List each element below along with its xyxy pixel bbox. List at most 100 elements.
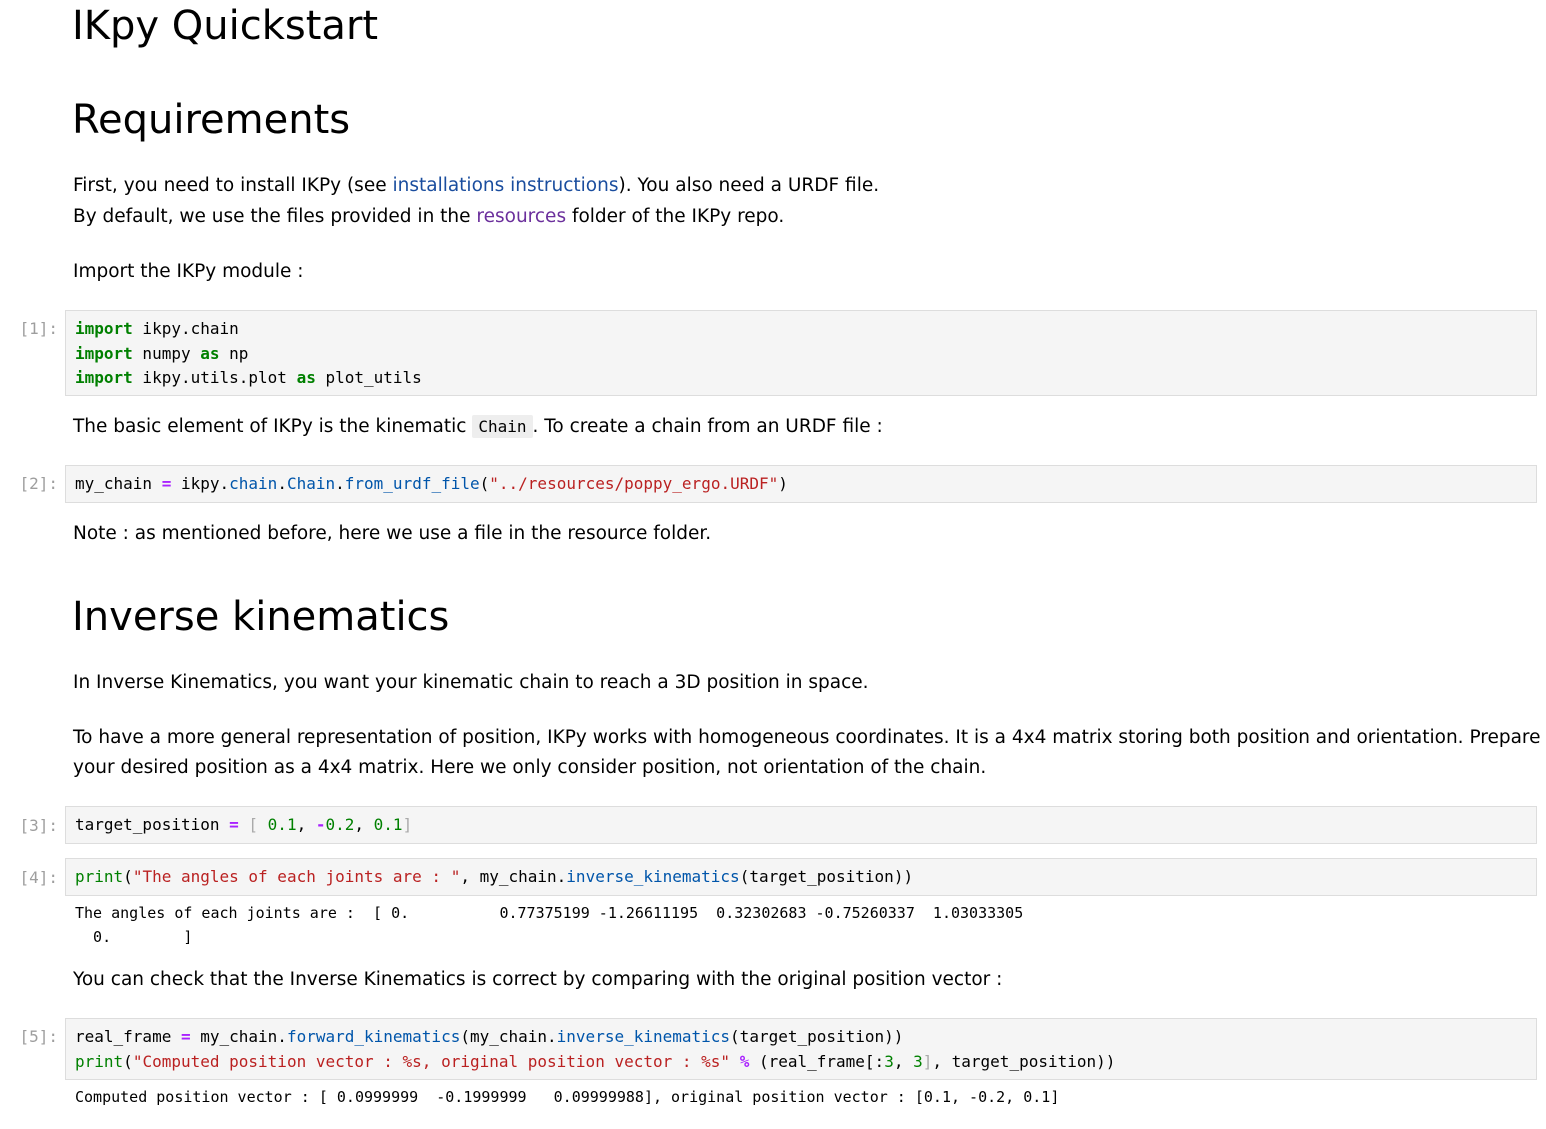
code-token: "../resources/poppy_ergo.URDF" <box>489 474 779 493</box>
code-token: import <box>75 319 133 338</box>
code-token: inverse_kinematics <box>566 867 740 886</box>
code-token: ( <box>123 1051 133 1071</box>
code-token: , my_chain. <box>460 867 567 886</box>
inverse-kinematics-heading: Inverse kinematics <box>72 594 450 640</box>
cell-4-prompt: [4]: <box>19 868 58 887</box>
code-token: 0.1 <box>373 815 403 834</box>
code-token: [ <box>238 815 268 834</box>
code-token: print <box>75 867 124 886</box>
code-token: (real_frame[: <box>749 1051 885 1071</box>
code-token: = <box>161 474 172 493</box>
text-segment: The basic element of IKPy is the kinemat… <box>73 416 473 437</box>
code-token: "Computed position vector : %s, original… <box>132 1051 731 1071</box>
check-text: You can check that the Inverse Kinematic… <box>73 969 1003 990</box>
inverse-para-1: In Inverse Kinematics, you want your kin… <box>73 672 869 693</box>
code-token: "The angles of each joints are : " <box>132 867 461 886</box>
code-cell-1-source[interactable]: import ikpy.chain import numpy as np impor… <box>66 311 1536 391</box>
code-token: = <box>180 1027 191 1046</box>
code-line: import ikpy.chain <box>75 317 1536 342</box>
text-segment: folder of the IKPy repo. <box>566 206 785 227</box>
code-line: import numpy as np <box>75 342 1536 367</box>
installation-instructions-link[interactable]: installations instructions <box>392 175 618 196</box>
text-segment: ). You also need a URDF file. <box>618 175 880 196</box>
code-token: (target_position)) <box>730 1027 904 1046</box>
code-token: forward_kinematics <box>286 1027 461 1046</box>
code-token: as <box>200 343 220 363</box>
code-token: plot_utils <box>315 368 422 387</box>
code-cell-5-source[interactable]: real_frame = my_chain.forward_kinematics… <box>66 1019 1536 1074</box>
code-token: , <box>893 1051 914 1071</box>
code-cell-5[interactable]: real_frame = my_chain.forward_kinematics… <box>65 1018 1537 1080</box>
cell-2-prompt: [2]: <box>19 474 58 493</box>
requirements-line-1: First, you need to install IKPy (see ins… <box>73 170 879 201</box>
cell-4-output: The angles of each joints are : [ 0. 0.7… <box>75 904 1024 946</box>
code-cell-3-source[interactable]: target_position = [ 0.1, -0.2, 0.1] <box>66 807 1536 838</box>
code-token: ( <box>123 867 133 886</box>
text-segment: . To create a chain from an URDF file : <box>532 416 883 437</box>
code-token: my_chain. <box>190 1027 287 1046</box>
code-token: 0.1 <box>267 815 297 834</box>
cell-5-output: Computed position vector : [ 0.0999999 -… <box>75 1088 1060 1106</box>
code-cell-1[interactable]: import ikpy.chain import numpy as np impor… <box>65 310 1537 396</box>
code-token: import <box>75 343 133 363</box>
page-title: IKpy Quickstart <box>72 3 379 49</box>
code-line: import ikpy.utils.plot as plot_utils <box>75 366 1536 391</box>
code-token: . <box>277 474 287 493</box>
code-token: ] <box>922 1051 933 1071</box>
code-token: ikpy. <box>171 474 230 493</box>
code-token: inverse_kinematics <box>556 1027 731 1046</box>
code-token: 3 <box>884 1051 894 1071</box>
chain-inline-code: Chain <box>472 415 533 438</box>
code-token: real_frame <box>75 1027 181 1046</box>
code-token: print <box>75 1051 124 1071</box>
code-token: ] <box>402 815 413 834</box>
code-token: target_position <box>75 815 230 834</box>
code-cell-2-source[interactable]: my_chain = ikpy.chain.Chain.from_urdf_fi… <box>66 466 1536 497</box>
code-token: , <box>296 815 316 834</box>
code-line: target_position = [ 0.1, -0.2, 0.1] <box>75 813 1536 838</box>
cell-5-prompt: [5]: <box>19 1027 58 1046</box>
code-token: from_urdf_file <box>344 474 480 493</box>
code-token: as <box>296 368 316 387</box>
code-token: my_chain <box>75 474 162 493</box>
import-module-text: Import the IKPy module : <box>73 261 304 282</box>
code-token: 0.2 <box>325 815 355 834</box>
inverse-para-2-line-1: To have a more general representation of… <box>73 727 1541 748</box>
requirements-heading: Requirements <box>72 97 351 143</box>
code-token: 3 <box>913 1051 923 1071</box>
code-token: numpy <box>132 343 201 363</box>
chain-description: The basic element of IKPy is the kinemat… <box>73 411 883 442</box>
requirements-line-2: By default, we use the files provided in… <box>73 201 784 232</box>
code-token: = <box>229 815 239 834</box>
code-cell-2[interactable]: my_chain = ikpy.chain.Chain.from_urdf_fi… <box>65 465 1537 503</box>
code-token: , <box>354 815 374 834</box>
inverse-para-2-line-2: your desired position as a 4x4 matrix. H… <box>73 757 987 778</box>
code-token: , target_position)) <box>932 1051 1116 1071</box>
code-line: print("The angles of each joints are : "… <box>75 865 1536 890</box>
code-token: ikpy.chain <box>132 319 239 338</box>
code-token: % <box>739 1051 750 1071</box>
code-token: ) <box>778 474 788 493</box>
code-token: np <box>219 343 249 363</box>
code-token: Chain <box>286 474 336 493</box>
cell-3-prompt: [3]: <box>19 816 58 835</box>
code-line: my_chain = ikpy.chain.Chain.from_urdf_fi… <box>75 472 1536 497</box>
code-token: ( <box>479 474 490 493</box>
cell-1-prompt: [1]: <box>19 319 58 338</box>
code-cell-4[interactable]: print("The angles of each joints are : "… <box>65 858 1537 896</box>
note-text: Note : as mentioned before, here we use … <box>73 523 712 544</box>
code-token: (target_position)) <box>739 867 914 886</box>
code-token: (my_chain. <box>460 1027 557 1046</box>
code-line: print("Computed position vector : %s, or… <box>75 1050 1536 1075</box>
text-segment: By default, we use the files provided in… <box>73 206 477 227</box>
code-token: ikpy.utils.plot <box>132 368 297 387</box>
code-line: real_frame = my_chain.forward_kinematics… <box>75 1025 1536 1050</box>
code-cell-3[interactable]: target_position = [ 0.1, -0.2, 0.1] <box>65 806 1537 844</box>
code-token: . <box>335 474 345 493</box>
code-token: import <box>75 368 133 387</box>
code-cell-4-source[interactable]: print("The angles of each joints are : "… <box>66 859 1536 890</box>
resources-link[interactable]: resources <box>476 206 566 227</box>
text-segment: First, you need to install IKPy (see <box>73 175 393 196</box>
code-token: chain <box>229 474 278 493</box>
